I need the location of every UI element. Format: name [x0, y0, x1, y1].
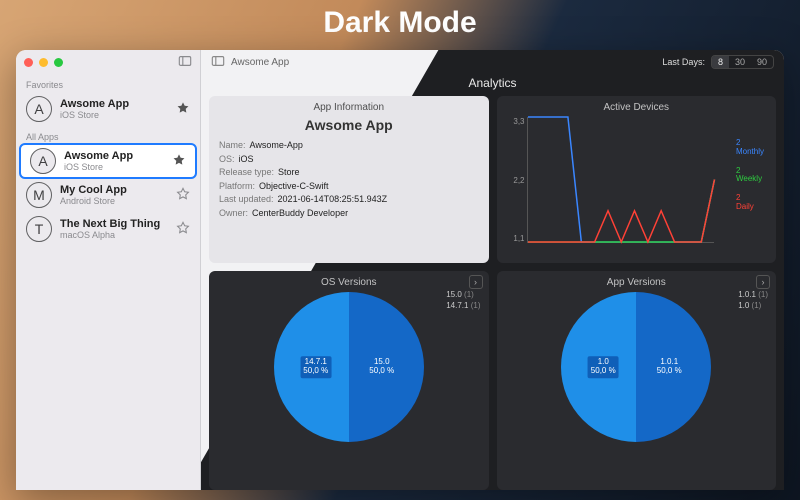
segment-90[interactable]: 90: [751, 56, 773, 68]
close-icon[interactable]: [24, 58, 33, 67]
os-versions-pie: 14.7.150,0 % 15.050,0 %: [274, 292, 424, 442]
app-avatar: T: [26, 216, 52, 242]
os-legend: 15.0 (1) 14.7.1 (1): [446, 289, 480, 311]
sidebar-section-allapps: All Apps: [16, 126, 200, 144]
info-value: iOS: [239, 153, 254, 167]
toolbar: Awsome App Last Days: 8 30 90: [201, 50, 784, 74]
app-name: Awsome App: [60, 98, 168, 111]
ytick: 3,3: [507, 117, 525, 126]
app-avatar: M: [26, 182, 52, 208]
segment-8[interactable]: 8: [712, 56, 729, 68]
ytick: 2,2: [507, 176, 525, 185]
app-avatar: A: [26, 96, 52, 122]
info-key: Release type:: [219, 166, 274, 180]
sidebar-item-app-1[interactable]: M My Cool App Android Store: [16, 178, 200, 212]
sidebar: Favorites A Awsome App iOS Store All App…: [16, 50, 201, 490]
card-title: App Versions: [507, 277, 767, 288]
star-icon[interactable]: [176, 101, 190, 118]
card-title: Active Devices: [507, 102, 767, 113]
segment-30[interactable]: 30: [729, 56, 751, 68]
legend-value: 2: [736, 138, 740, 147]
legend-label: Daily: [736, 202, 754, 211]
legend-value: 2: [736, 193, 740, 202]
info-value: 2021-06-14T08:25:51.943Z: [278, 193, 388, 207]
info-key: OS:: [219, 153, 235, 167]
main-content: Awsome App Last Days: 8 30 90 Analytics …: [201, 50, 784, 490]
app-subtitle: iOS Store: [64, 162, 164, 172]
legend-label: 1.0.1: [738, 290, 756, 299]
legend-count: (1): [752, 301, 762, 310]
legend-label: 14.7.1: [446, 301, 468, 310]
sidebar-item-favorite-0[interactable]: A Awsome App iOS Store: [16, 92, 200, 126]
legend-label: 1.0: [738, 301, 749, 310]
card-active-devices: Active Devices 3,3 2,2 1,1 2Monthly 2Wee…: [497, 96, 777, 263]
star-icon[interactable]: [176, 187, 190, 204]
lastdays-segment[interactable]: 8 30 90: [711, 55, 774, 69]
legend-count: (1): [471, 301, 481, 310]
info-key: Owner:: [219, 207, 248, 221]
legend-value: 2: [736, 166, 740, 175]
app-versions-pie: 1.050,0 % 1.0.150,0 %: [561, 292, 711, 442]
info-key: Name:: [219, 139, 246, 153]
analytics-title: Analytics: [201, 74, 784, 96]
app-name: Awsome App: [64, 150, 164, 163]
active-devices-chart: 3,3 2,2 1,1 2Monthly 2Weekly 2Daily: [507, 117, 767, 257]
card-os-versions: › OS Versions 15.0 (1) 14.7.1 (1) 14.7.1…: [209, 271, 489, 490]
sidebar-item-app-0[interactable]: A Awsome App iOS Store: [20, 144, 196, 178]
card-app-information: App Information Awsome App Name: Awsome-A…: [209, 96, 489, 263]
page-title: Awsome App: [231, 57, 289, 68]
sidebar-toggle-icon[interactable]: [178, 54, 192, 71]
info-value: Awsome-App: [250, 139, 303, 153]
sidebar-item-app-2[interactable]: T The Next Big Thing macOS Alpha: [16, 212, 200, 246]
card-title: OS Versions: [219, 277, 479, 288]
card-title: App Information: [219, 102, 479, 113]
info-value: Objective-C-Swift: [259, 180, 329, 194]
app-subtitle: Android Store: [60, 196, 168, 206]
legend-count: (1): [758, 290, 768, 299]
info-key: Platform:: [219, 180, 255, 194]
legend-label: Weekly: [736, 174, 762, 183]
app-name: The Next Big Thing: [60, 218, 168, 231]
maximize-icon[interactable]: [54, 58, 63, 67]
sidebar-section-favorites: Favorites: [16, 74, 200, 92]
app-name: My Cool App: [60, 184, 168, 197]
star-icon[interactable]: [172, 153, 186, 170]
app-avatar: A: [30, 148, 56, 174]
info-app-name: Awsome App: [219, 117, 479, 133]
app-subtitle: iOS Store: [60, 110, 168, 120]
app-window: Favorites A Awsome App iOS Store All App…: [16, 50, 784, 490]
app-subtitle: macOS Alpha: [60, 230, 168, 240]
legend-label: 15.0: [446, 290, 462, 299]
hero-title: Dark Mode: [0, 6, 800, 40]
appver-legend: 1.0.1 (1) 1.0 (1): [738, 289, 768, 311]
ytick: 1,1: [507, 234, 525, 243]
sidebar-toggle-icon[interactable]: [211, 54, 225, 71]
lastdays-label: Last Days:: [662, 57, 705, 67]
info-value: Store: [278, 166, 300, 180]
minimize-icon[interactable]: [39, 58, 48, 67]
legend-label: Monthly: [736, 147, 764, 156]
card-app-versions: › App Versions 1.0.1 (1) 1.0 (1) 1.050,0…: [497, 271, 777, 490]
info-key: Last updated:: [219, 193, 274, 207]
info-value: CenterBuddy Developer: [252, 207, 348, 221]
star-icon[interactable]: [176, 221, 190, 238]
titlebar: [16, 50, 200, 74]
legend-count: (1): [464, 290, 474, 299]
